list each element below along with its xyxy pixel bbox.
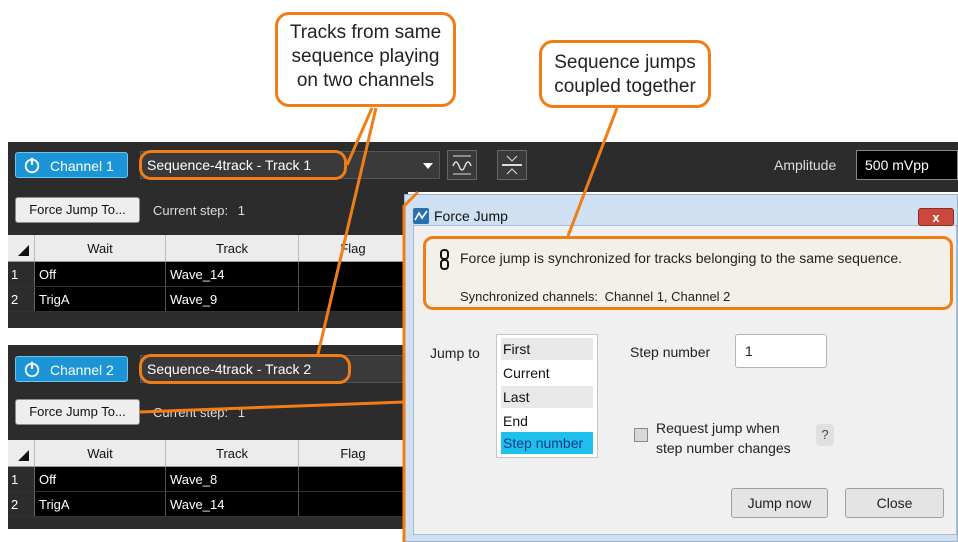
connector-force-jump [139, 400, 405, 414]
connector-jumps [566, 107, 619, 237]
callout-connectors [139, 107, 619, 542]
connector-tracks-seq2 [316, 107, 378, 355]
dialog-bracket [402, 190, 420, 542]
